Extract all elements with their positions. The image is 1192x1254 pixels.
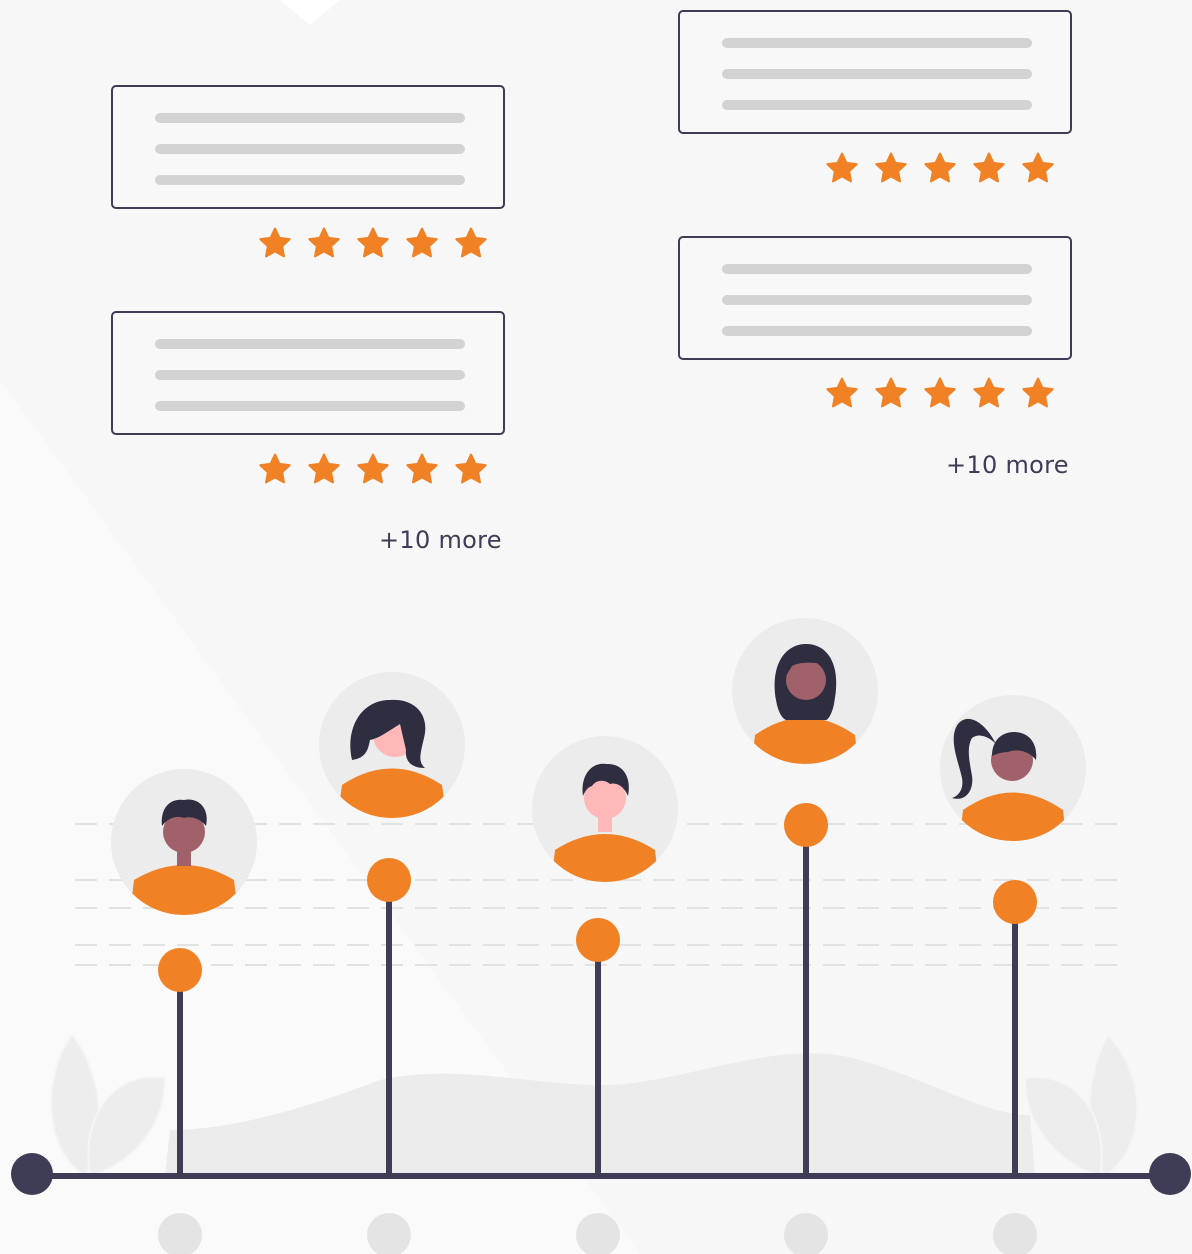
- star-icon: [924, 152, 956, 183]
- review-card: [678, 236, 1072, 360]
- user-avatar-icon: [732, 618, 878, 764]
- more-reviews-link[interactable]: +10 more: [379, 526, 502, 554]
- timeline-end-node: [1149, 1153, 1191, 1195]
- leaf-decoration-right: [1023, 1033, 1139, 1178]
- star-icon: [973, 152, 1005, 183]
- star-icon: [1022, 377, 1054, 408]
- star-icon: [973, 377, 1005, 408]
- timeline-start-node: [11, 1153, 53, 1195]
- user-avatar-icon: [532, 736, 678, 882]
- review-text-placeholder: [155, 175, 465, 185]
- star-rating: [825, 376, 1065, 416]
- star-icon: [406, 453, 438, 484]
- star-icon: [924, 377, 956, 408]
- review-card: [111, 311, 505, 435]
- review-text-placeholder: [155, 113, 465, 123]
- star-icon: [308, 453, 340, 484]
- star-icon: [357, 453, 389, 484]
- review-text-placeholder: [722, 69, 1032, 79]
- review-text-placeholder: [722, 264, 1032, 274]
- star-icon: [1022, 152, 1054, 183]
- review-text-placeholder: [722, 100, 1032, 110]
- star-icon: [259, 453, 291, 484]
- review-text-placeholder: [722, 295, 1032, 305]
- more-reviews-link[interactable]: +10 more: [946, 451, 1069, 479]
- star-icon: [357, 227, 389, 258]
- star-icon: [455, 453, 487, 484]
- star-rating: [258, 226, 498, 266]
- user-avatar-icon: [940, 695, 1086, 841]
- star-icon: [406, 227, 438, 258]
- star-icon: [455, 227, 487, 258]
- star-icon: [259, 227, 291, 258]
- review-text-placeholder: [155, 339, 465, 349]
- star-icon: [826, 152, 858, 183]
- review-text-placeholder: [155, 370, 465, 380]
- star-rating: [825, 151, 1065, 191]
- review-text-placeholder: [722, 38, 1032, 48]
- star-icon: [875, 152, 907, 183]
- star-icon: [875, 377, 907, 408]
- review-text-placeholder: [155, 144, 465, 154]
- star-icon: [826, 377, 858, 408]
- review-card: [678, 10, 1072, 134]
- star-rating: [258, 452, 498, 492]
- review-text-placeholder: [155, 401, 465, 411]
- star-icon: [308, 227, 340, 258]
- user-avatar-icon: [319, 672, 465, 818]
- review-text-placeholder: [722, 326, 1032, 336]
- review-card: [111, 85, 505, 209]
- background-top-notch: [280, 0, 340, 25]
